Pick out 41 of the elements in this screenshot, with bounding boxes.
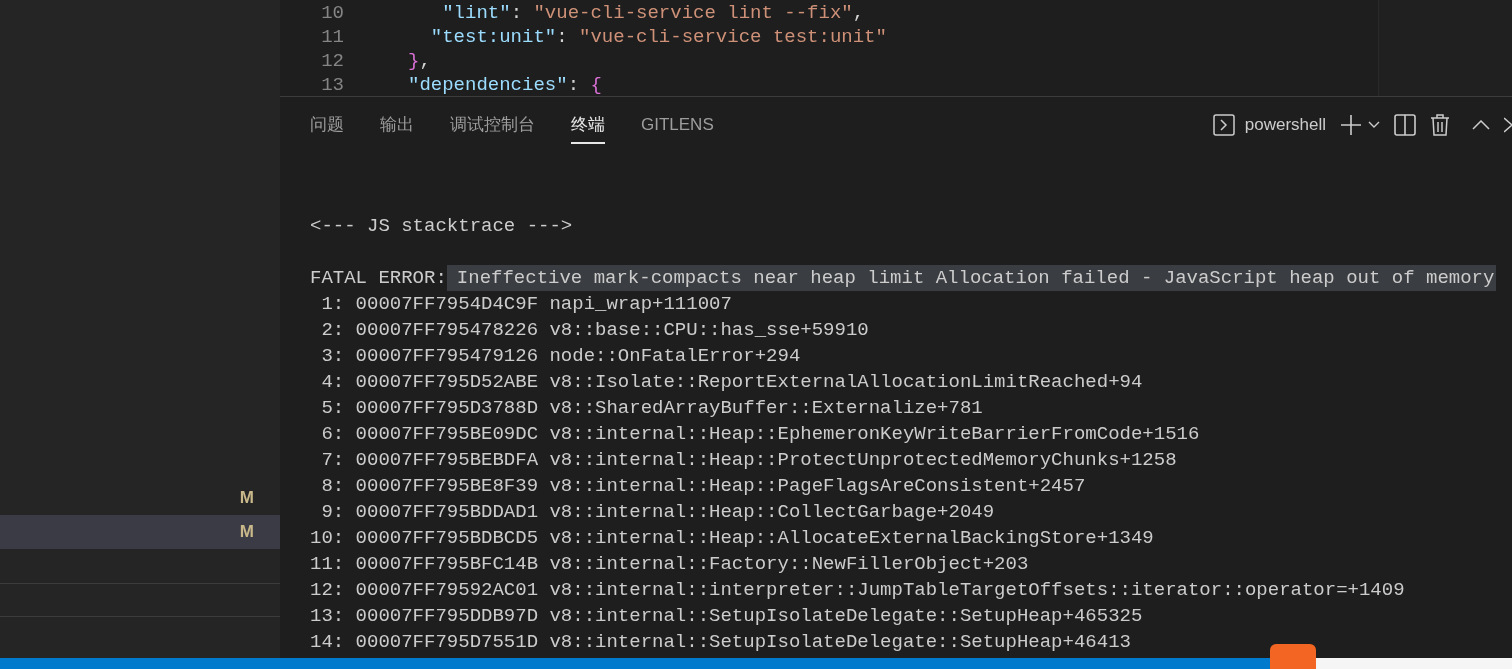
stack-frame: 13: 00007FF795DDB97D v8::internal::SetupIsolateDelegate::SetupHeap+465325	[310, 605, 1143, 627]
panel-tab[interactable]: GITLENS	[641, 106, 714, 144]
terminal-name[interactable]: powershell	[1244, 112, 1326, 138]
code-line: "dependencies": {	[408, 72, 602, 96]
panel-tab[interactable]: 输出	[380, 106, 414, 144]
code-line: "test:unit": "vue-cli-service test:unit"	[429, 24, 887, 50]
stack-frame: 9: 00007FF795BDDAD1 v8::internal::Heap::CollectGarbage+2049	[310, 501, 995, 523]
line-number: 13	[320, 72, 344, 96]
stack-frame: 7: 00007FF795BEBDFA v8::internal::Heap::ProtectUnprotectedMemoryChunks+1258	[310, 449, 1177, 471]
error-message: Ineffective mark-compacts near heap limit Allocation failed - JavaScript heap out of memory	[446, 265, 1497, 291]
file-item[interactable]: M	[0, 515, 280, 549]
line-number: 11	[320, 24, 344, 50]
stack-frame: 10: 00007FF795BDBCD5 v8::internal::Heap::AllocateExternalBackingStore+1349	[310, 527, 1154, 549]
panel-tab[interactable]: 终端	[571, 106, 605, 144]
stack-frame: 8: 00007FF795BE8F39 v8::internal::Heap::PageFlagsAreConsistent+2457	[310, 475, 1086, 497]
stacktrace-heading: <--- JS stacktrace --->	[310, 215, 573, 237]
line-number: 10	[320, 0, 344, 26]
stack-frame: 1: 00007FF7954D4C9F napi_wrap+111007	[310, 293, 732, 315]
ime-logo-icon	[1270, 644, 1316, 669]
split-icon[interactable]	[1394, 114, 1416, 136]
code-line: },	[408, 48, 431, 74]
stack-frame: 6: 00007FF795BE09DC v8::internal::Heap::EphemeronKeyWriteBarrierFromCode+1516	[310, 423, 1200, 445]
error-label: FATAL ERROR:	[310, 266, 447, 291]
stack-frame: 11: 00007FF795BFC14B v8::internal::Factory::NewFillerObject+203	[310, 553, 1029, 575]
plus-icon[interactable]	[1340, 114, 1362, 136]
stack-frame: 14: 00007FF795D7551D v8::internal::SetupIsolateDelegate::SetupHeap+46413	[310, 631, 1131, 653]
stack-frame: 2: 00007FF795478226 v8::base::CPU::has_sse+59910	[310, 319, 869, 341]
chevron-down-icon[interactable]	[1368, 121, 1380, 129]
stack-frame: 12: 00007FF79592AC01 v8::internal::interpreter::JumpTableTargetOffsets::iterator::operator=+1409	[310, 579, 1405, 601]
code-line: "lint": "vue-cli-service lint --fix",	[441, 0, 865, 26]
git-status-label: M	[239, 521, 254, 544]
stack-frame: 3: 00007FF795479126 node::OnFatalError+294	[310, 345, 801, 367]
stack-frame: 5: 00007FF795D3788D v8::SharedArrayBuffer::Externalize+781	[310, 397, 983, 419]
line-number: 12	[320, 48, 344, 74]
chevron-up-icon[interactable]	[1472, 120, 1490, 130]
panel-tab[interactable]: 问题	[310, 106, 344, 144]
panel-tab[interactable]: 调试控制台	[450, 106, 535, 144]
stack-frame: 4: 00007FF795D52ABE v8::Isolate::ReportExternalAllocationLimitReached+94	[310, 371, 1143, 393]
git-status-label: M	[239, 487, 254, 510]
terminal-icon[interactable]	[1212, 114, 1235, 136]
trash-icon[interactable]	[1430, 114, 1450, 136]
